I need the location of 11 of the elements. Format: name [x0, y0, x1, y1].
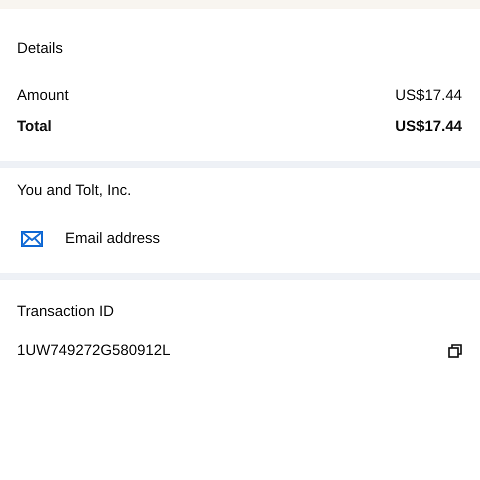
section-title: You and Tolt, Inc.	[17, 182, 132, 199]
section-title: Details	[17, 40, 64, 57]
transaction-id: 1UW749272G580912L	[17, 342, 170, 359]
section-title: Transaction ID	[17, 303, 115, 320]
row-amount: US$17.44	[395, 118, 462, 135]
row-label: Amount	[17, 87, 69, 104]
row-amount: US$17.44	[395, 87, 462, 104]
row-label: Total	[17, 118, 52, 135]
contact-label[interactable]: Email address	[65, 230, 160, 247]
envelope-icon	[21, 230, 43, 246]
copy-icon[interactable]	[448, 344, 462, 358]
